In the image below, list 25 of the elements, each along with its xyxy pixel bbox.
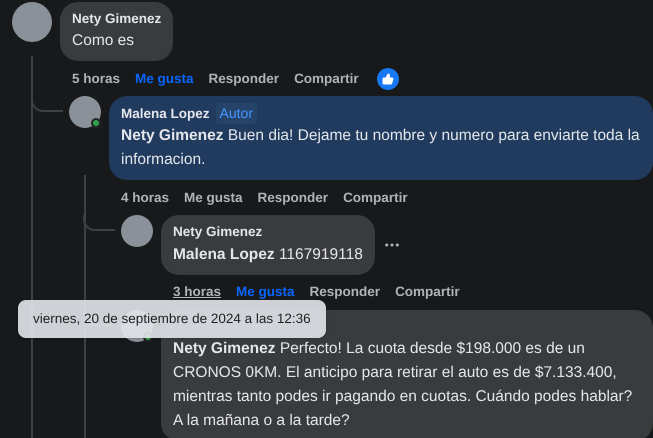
comment-action[interactable]: Responder <box>258 188 328 208</box>
comment-action[interactable]: Responder <box>310 282 380 302</box>
comment-time[interactable]: 3 horas <box>173 282 222 302</box>
author-name[interactable]: Nety Gimenez <box>72 9 162 30</box>
comment-time[interactable]: 4 horas <box>121 188 170 208</box>
author-badge: Autor <box>216 103 257 124</box>
comment-action[interactable]: Compartir <box>294 68 359 89</box>
author-name[interactable]: Malena Lopez <box>121 104 210 124</box>
avatar[interactable] <box>69 96 101 128</box>
comment-action[interactable]: Compartir <box>395 282 460 302</box>
comment-action[interactable]: Me gusta <box>184 188 243 208</box>
comment-text: Como es <box>72 31 136 52</box>
avatar[interactable] <box>12 2 52 42</box>
author-name[interactable]: Nety Gimenez <box>173 222 262 242</box>
comment-action[interactable]: Responder <box>208 68 280 89</box>
comment-text: Nety Gimenez Buen dia! Dejame tu nombre y numero para enviarte toda la informacion. <box>121 126 641 170</box>
like-reaction-icon[interactable] <box>376 68 399 90</box>
comment-action[interactable]: Compartir <box>343 188 408 208</box>
comment-text: Malena Lopez 1167919118 <box>173 244 363 264</box>
comment-text: Nety Gimenez Perfecto! La cuota desde $198.000 es de un CRONOS 0KM. El anticipo para retirar el auto es de $7.133.400, mientras tanto podes ir pagando en cuotas. Cuándo podes hablar? A la mañana o a la tarde? <box>173 338 634 430</box>
comment-action[interactable]: Me gusta <box>135 68 194 89</box>
comment-time[interactable]: 5 horas <box>72 68 120 89</box>
comment-action[interactable]: Me gusta <box>236 282 295 302</box>
avatar[interactable] <box>121 215 153 248</box>
timestamp-tooltip: viernes, 20 de septiembre de 2024 a las 12:36 <box>18 300 326 338</box>
